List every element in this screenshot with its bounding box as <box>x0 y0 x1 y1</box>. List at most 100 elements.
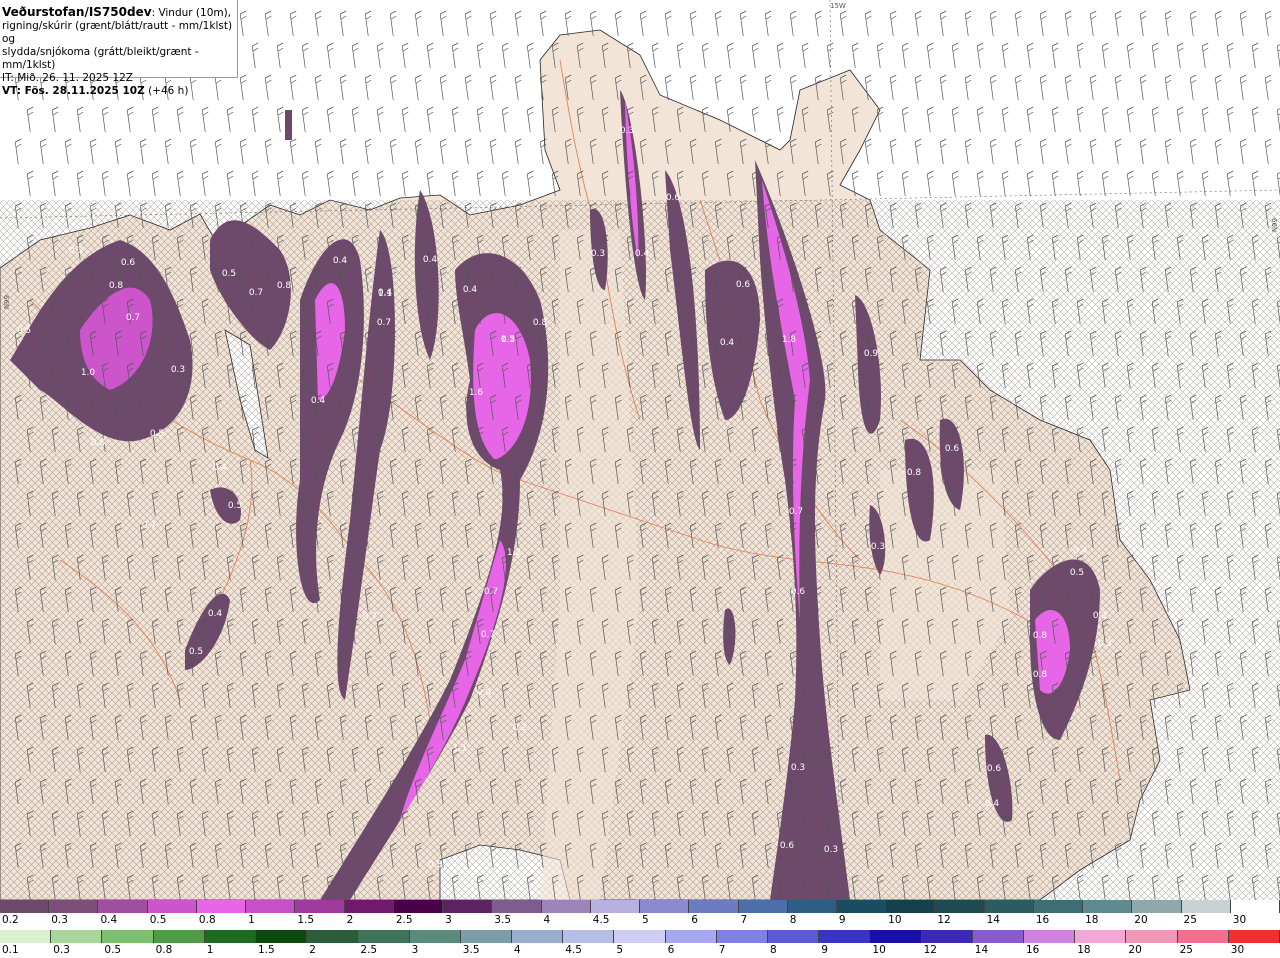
precip-value-label: 0.3 <box>591 249 605 259</box>
precip-value-label: 1.0 <box>81 368 96 378</box>
snow-legend-swatch <box>886 900 936 913</box>
graticule-label-left: 66N <box>2 295 10 310</box>
snow-legend-tick: 3 <box>445 914 452 926</box>
rain-legend-swatch <box>768 930 820 943</box>
initial-time: IT: Mið. 26. 11. 2025 12Z <box>2 72 133 84</box>
rain-legend-tick: 9 <box>821 944 828 956</box>
rain-legend-tick: 12 <box>923 944 937 956</box>
precip-value-label: 0.3 <box>171 365 185 375</box>
precip-value-label: 0.7 <box>789 507 803 517</box>
rain-legend-swatch <box>512 930 564 943</box>
rain-legend-swatch <box>0 930 52 943</box>
snow-legend-swatch <box>590 900 641 913</box>
snow-legend-swatch <box>1132 900 1182 913</box>
precip-value-label: 0.9 <box>477 688 492 698</box>
precip-value-label: 0.8 <box>907 468 922 478</box>
snow-legend-swatch <box>1033 900 1084 913</box>
rain-legend-tick: 0.8 <box>155 944 173 956</box>
precip-value-label: 0.4 <box>378 288 393 298</box>
snow-legend-tick: 5 <box>642 914 649 926</box>
valid-time: VT: Fös. 28.11.2025 10Z <box>2 85 145 97</box>
map-canvas: 0.3 0.6 0.8 0.5 0.7 0.5 0.7 0.8 1.0 0.3 0.8 0.5 0.4 0… <box>0 0 1280 900</box>
precip-value-label: 0.3 <box>871 542 885 552</box>
snow-legend-tick: 0.2 <box>2 914 19 926</box>
rain-legend-swatch <box>204 930 257 943</box>
rain-legend-tick: 16 <box>1026 944 1040 956</box>
snow-legend-swatch <box>0 900 50 913</box>
weather-map: 0.3 0.6 0.8 0.5 0.7 0.5 0.7 0.8 1.0 0.3 0.8 0.5 0.4 0… <box>0 0 1280 900</box>
precip-value-label: 0.6 <box>736 280 751 290</box>
snow-legend-swatch <box>196 900 247 913</box>
precip-value-label: 0.4 <box>208 609 223 619</box>
snow-legend-tick: 20 <box>1134 914 1148 926</box>
rain-legend-tick: 4 <box>514 944 521 956</box>
rain-legend-swatch <box>1126 930 1178 943</box>
precip-value-label: 0.3 <box>824 845 838 855</box>
precip-value-label: 0.5 <box>222 269 236 279</box>
precip-value-label: 0.7 <box>363 612 377 622</box>
rain-legend-tick: 0.5 <box>104 944 122 956</box>
rain-legend-swatch <box>563 930 615 943</box>
snow-legend-tick: 3.5 <box>494 914 511 926</box>
precip-value-label: 0.5 <box>1070 568 1084 578</box>
rain-legend-tick: 2.5 <box>360 944 378 956</box>
rain-color-legend <box>0 930 1280 943</box>
precip-value-label: 0.6 <box>780 841 795 851</box>
snow-legend-swatch <box>689 900 739 913</box>
snow-legend-swatch <box>49 900 99 913</box>
precip-value-label: 0.5 <box>228 501 242 511</box>
snow-legend-tick: 2.5 <box>395 914 413 926</box>
precip-value-label: 0.6 <box>791 587 806 597</box>
rain-legend-tick: 5 <box>616 944 624 956</box>
snow-legend-tick: 2 <box>346 914 354 926</box>
snow-legend-swatch <box>246 900 296 913</box>
precip-value-label: 0.5 <box>17 326 31 336</box>
snow-legend-swatch <box>1083 900 1133 913</box>
snow-legend-swatch <box>836 900 887 913</box>
valid-time-offset: (+46 h) <box>144 85 189 97</box>
snow-legend-swatch <box>295 900 345 913</box>
precip-value-label: 0.8 <box>1033 670 1048 680</box>
source-desc-3: slydda/snjókoma (grátt/bleikt/grænt - mm… <box>2 46 199 71</box>
rain-legend-tick: 25 <box>1179 944 1193 956</box>
precip-value-label: 0.4 <box>635 249 650 259</box>
snow-legend-tick: 1.5 <box>297 914 315 926</box>
precip-value-label: 1.8 <box>782 335 797 345</box>
precip-value-label: 0.4 <box>213 463 228 473</box>
snow-legend-swatch <box>393 900 444 913</box>
precip-value-label: 0.7 <box>377 318 391 328</box>
rain-legend-tick: 3.5 <box>462 944 480 956</box>
snow-legend-tick: 30 <box>1232 914 1247 926</box>
rain-legend-tick: 20 <box>1128 944 1142 956</box>
precip-value-label: 1.1 <box>453 744 467 754</box>
rain-legend-swatch <box>1228 930 1280 943</box>
map-info-box: Veðurstofan/IS750dev: Vindur (10m), rign… <box>0 0 238 97</box>
rain-legend-tick: 10 <box>872 944 886 956</box>
precip-value-label: 0.6 <box>121 258 136 268</box>
snow-legend-tick: 10 <box>888 914 902 926</box>
rain-legend-swatch <box>358 930 410 943</box>
rain-legend-swatch <box>409 930 461 943</box>
rain-legend-swatch <box>102 930 154 943</box>
snow-legend-tick: 1 <box>248 914 255 926</box>
precip-value-label: 0.3 <box>428 860 442 870</box>
snow-legend-ticks: 0.2 0.3 0.4 0.5 0.8 1 1.5 2 2.5 3 3.5 4 4.5 5 6 7 8 9 10 12… <box>0 914 1280 928</box>
precip-value-label: 1.6 <box>469 388 484 398</box>
rain-legend-swatch <box>307 930 359 943</box>
rain-legend-swatch <box>716 930 769 943</box>
precip-value-label: 0.7 <box>142 521 156 531</box>
rain-legend-tick: 30 <box>1230 944 1245 956</box>
snow-legend-tick: 16 <box>1035 914 1050 926</box>
snow-legend-tick: 0.5 <box>149 914 167 926</box>
rain-legend-tick: 0.3 <box>53 944 70 956</box>
rain-legend-tick: 1 <box>206 944 214 956</box>
precip-value-label: 0.5 <box>150 429 164 439</box>
snow-legend-swatch <box>787 900 837 913</box>
snow-legend-swatch <box>492 900 542 913</box>
snow-legend-swatch <box>1181 900 1231 913</box>
rain-legend-swatch <box>819 930 871 943</box>
precip-value-label: 0.6 <box>987 764 1002 774</box>
snow-legend-tick: 8 <box>789 914 797 926</box>
precip-value-label: 0.6 <box>945 444 960 454</box>
precip-value-label: 0.7 <box>126 313 140 323</box>
